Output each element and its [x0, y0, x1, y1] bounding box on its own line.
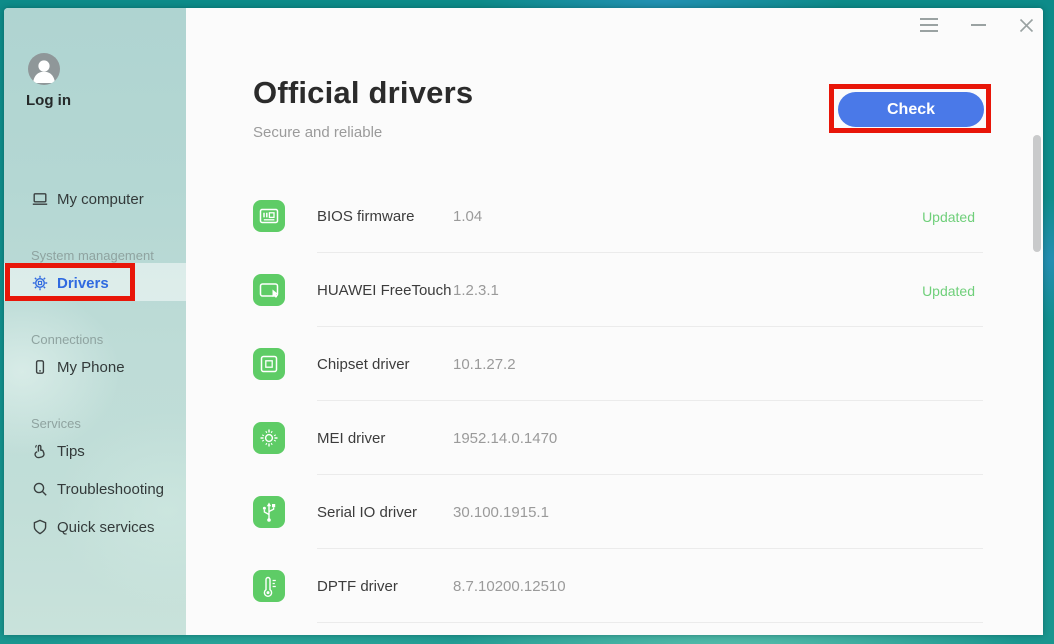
touchpad-icon [253, 274, 285, 306]
driver-row-chipset[interactable]: Chipset driver 10.1.27.2 [253, 327, 983, 401]
driver-name: MEI driver [317, 430, 385, 447]
sidebar-item-my-phone[interactable]: My Phone [4, 355, 186, 379]
driver-status: Updated [922, 283, 975, 299]
magnifier-icon [31, 480, 49, 498]
sidebar-item-label: Troubleshooting [57, 481, 164, 498]
driver-name: DPTF driver [317, 578, 398, 595]
driver-version: 8.7.10200.12510 [453, 578, 566, 595]
bios-icon [253, 200, 285, 232]
menu-button[interactable] [917, 16, 941, 34]
hand-icon [31, 442, 49, 460]
driver-list: BIOS firmware 1.04 Updated HUAWEI FreeTo… [253, 179, 983, 623]
sidebar: Log in My computer System management Dri… [4, 8, 186, 635]
sidebar-item-troubleshooting[interactable]: Troubleshooting [4, 477, 186, 501]
close-icon [1019, 18, 1034, 33]
driver-version: 1952.14.0.1470 [453, 430, 557, 447]
page-subtitle: Secure and reliable [253, 124, 382, 141]
check-button[interactable]: Check [838, 92, 984, 127]
driver-version: 1.04 [453, 208, 482, 225]
avatar[interactable] [28, 53, 60, 85]
sidebar-item-tips[interactable]: Tips [4, 439, 186, 463]
driver-name: Chipset driver [317, 356, 410, 373]
phone-icon [31, 358, 49, 376]
driver-name: HUAWEI FreeTouch [317, 282, 451, 299]
sidebar-item-label: Quick services [57, 519, 155, 536]
login-button[interactable]: Log in [26, 92, 71, 109]
sidebar-item-my-computer[interactable]: My computer [4, 187, 186, 211]
page-title: Official drivers [253, 75, 473, 111]
cpu-icon [253, 422, 285, 454]
sidebar-section-system-management: System management [31, 248, 154, 263]
user-silhouette-icon [28, 53, 60, 85]
sidebar-section-services: Services [31, 416, 81, 431]
sidebar-item-label: Drivers [57, 275, 109, 292]
sidebar-item-label: My Phone [57, 359, 125, 376]
gear-icon [31, 274, 49, 292]
chip-icon [253, 348, 285, 380]
driver-row-freetouch[interactable]: HUAWEI FreeTouch 1.2.3.1 Updated [253, 253, 983, 327]
driver-status: Updated [922, 209, 975, 225]
driver-version: 1.2.3.1 [453, 282, 499, 299]
sidebar-section-connections: Connections [31, 332, 103, 347]
main-panel: Official drivers Secure and reliable Che… [186, 8, 1043, 635]
shield-icon [31, 518, 49, 536]
driver-version: 10.1.27.2 [453, 356, 516, 373]
close-button[interactable] [1015, 16, 1037, 34]
sidebar-item-label: Tips [57, 443, 85, 460]
scrollbar-thumb[interactable] [1033, 135, 1041, 252]
driver-name: Serial IO driver [317, 504, 417, 521]
sidebar-item-label: My computer [57, 191, 144, 208]
sidebar-item-drivers[interactable]: Drivers [4, 271, 186, 295]
driver-row-dptf[interactable]: DPTF driver 8.7.10200.12510 [253, 549, 983, 623]
driver-name: BIOS firmware [317, 208, 415, 225]
desktop-background: { "window": { "controls": { "menu": "men… [0, 0, 1054, 644]
minimize-button[interactable] [967, 16, 989, 34]
usb-icon [253, 496, 285, 528]
sidebar-item-quick-services[interactable]: Quick services [4, 515, 186, 539]
laptop-icon [31, 190, 49, 208]
thermometer-icon [253, 570, 285, 602]
driver-row-serial-io[interactable]: Serial IO driver 30.100.1915.1 [253, 475, 983, 549]
driver-row-bios[interactable]: BIOS firmware 1.04 Updated [253, 179, 983, 253]
driver-row-mei[interactable]: MEI driver 1952.14.0.1470 [253, 401, 983, 475]
app-window: Log in My computer System management Dri… [4, 8, 1043, 635]
driver-version: 30.100.1915.1 [453, 504, 549, 521]
